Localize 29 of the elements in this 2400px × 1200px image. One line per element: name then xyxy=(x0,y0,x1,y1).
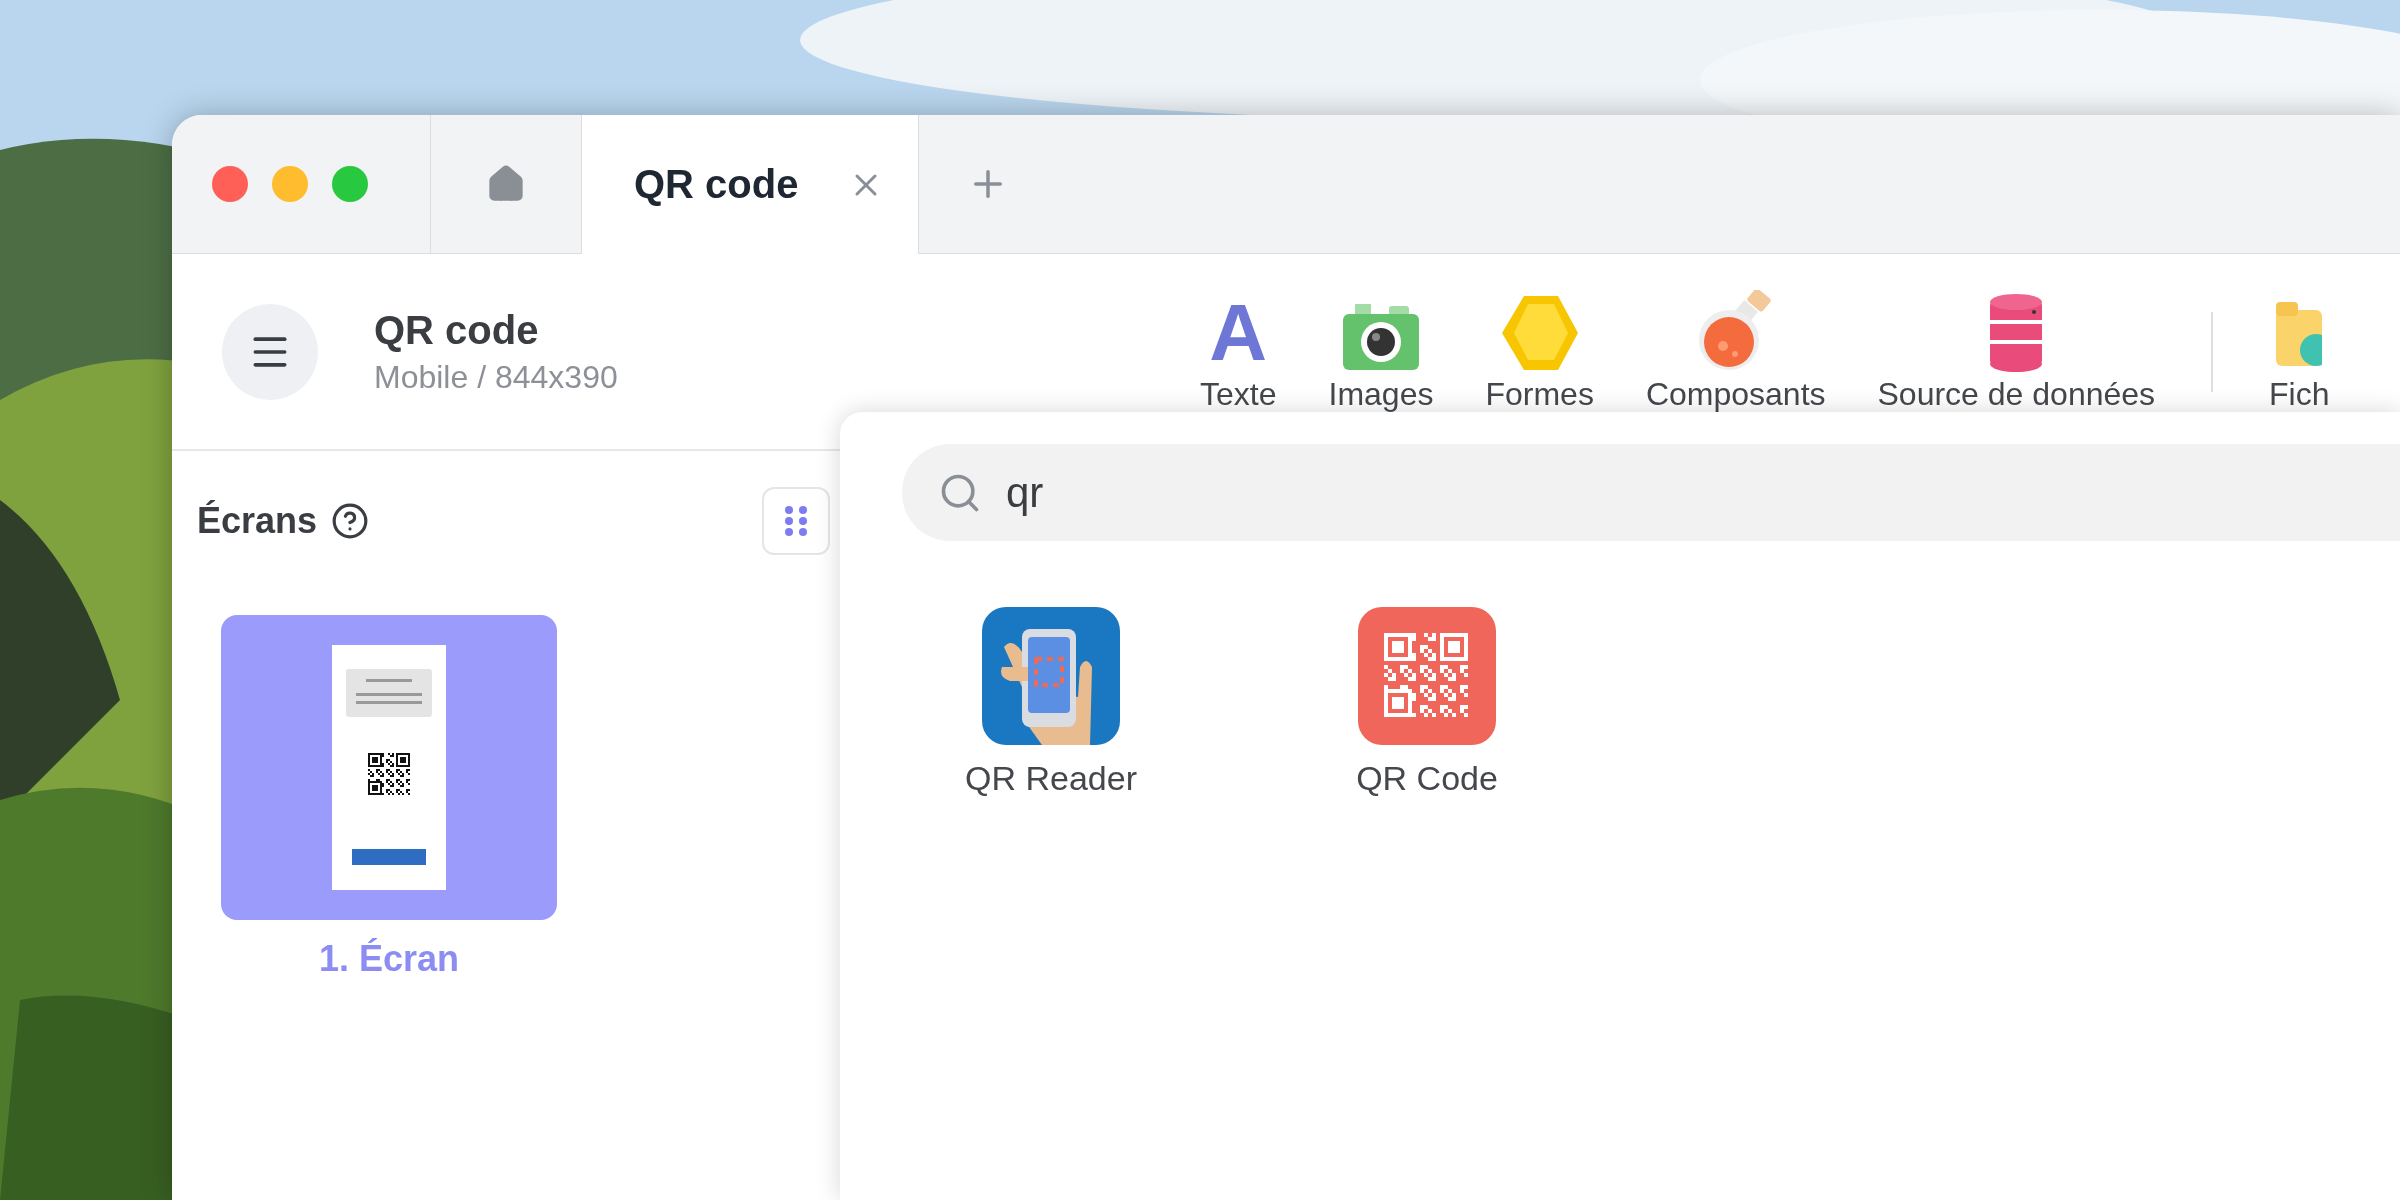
grid-view-button[interactable] xyxy=(762,487,830,555)
search-field[interactable]: qr xyxy=(902,444,2400,541)
help-icon[interactable] xyxy=(331,502,370,540)
home-icon xyxy=(486,164,526,204)
toolbar-item[interactable]: Formes xyxy=(1459,294,1620,413)
minimize-window-button[interactable] xyxy=(272,166,308,202)
project-subtitle: Mobile / 844x390 xyxy=(374,358,619,396)
home-tab[interactable] xyxy=(430,115,582,253)
hexagon-icon xyxy=(1499,294,1580,372)
document-tab[interactable]: QR code xyxy=(582,115,919,254)
search-result[interactable]: QR Code xyxy=(1312,607,1542,798)
screens-heading: Écrans xyxy=(197,500,318,542)
zoom-window-button[interactable] xyxy=(332,166,368,202)
qr-code-icon xyxy=(1358,607,1496,745)
search-result[interactable]: QR Reader xyxy=(936,607,1166,798)
close-window-button[interactable] xyxy=(212,166,248,202)
screen-label: 1. Écran xyxy=(318,938,460,980)
toolbar-item[interactable]: Fich xyxy=(2243,294,2356,413)
toolbar-item[interactable]: A Texte xyxy=(1174,294,1303,413)
screen-thumbnail[interactable] xyxy=(221,615,557,920)
toolbar-item[interactable]: Images xyxy=(1302,302,1460,413)
toolbar-item[interactable]: Composants xyxy=(1619,290,1852,413)
letter-icon: A xyxy=(1209,294,1268,372)
toolbar-item[interactable]: Source de données xyxy=(1851,292,2182,413)
camera-icon xyxy=(1340,302,1421,372)
hand-holding-phone-icon xyxy=(982,607,1120,745)
search-input[interactable]: qr xyxy=(1004,467,1408,518)
grid-icon xyxy=(785,506,807,536)
project-title: QR code xyxy=(374,307,540,353)
